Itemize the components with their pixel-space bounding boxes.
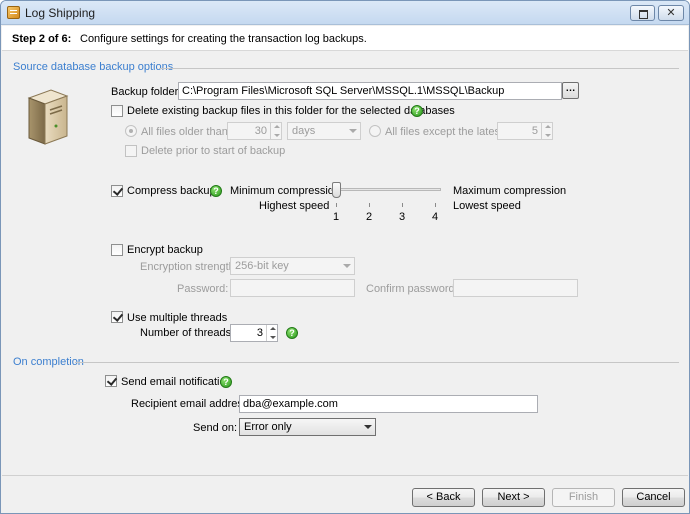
all-files-older-label: All files older than:: [141, 126, 231, 138]
close-icon: ✕: [666, 7, 676, 19]
slider-tick: [402, 203, 403, 207]
tick-label-4: 4: [432, 211, 439, 223]
stepper-arrows-icon[interactable]: [541, 123, 552, 139]
section-divider: [75, 362, 679, 363]
multiple-threads-label: Use multiple threads: [127, 312, 228, 324]
encrypt-backup-label: Encrypt backup: [127, 244, 203, 256]
chevron-down-icon: [359, 419, 375, 435]
wizard-header: Step 2 of 6: Configure settings for crea…: [2, 26, 688, 51]
backup-folder-label: Backup folder:: [111, 86, 182, 98]
browse-folder-button[interactable]: …: [562, 82, 579, 99]
all-files-older-radio[interactable]: [125, 125, 137, 137]
compress-help-icon[interactable]: ?: [210, 185, 222, 197]
completion-section-title: On completion: [13, 356, 84, 368]
compress-backup-label: Compress backup: [127, 185, 216, 197]
password-label: Password:: [177, 283, 229, 295]
threads-help-icon[interactable]: ?: [286, 327, 298, 339]
tick-label-1: 1: [333, 211, 340, 223]
encryption-strength-select[interactable]: 256-bit key: [230, 257, 355, 275]
stepper-arrows-icon[interactable]: [266, 325, 277, 341]
stepper-arrows-icon[interactable]: [270, 123, 281, 139]
chevron-down-icon: [344, 123, 360, 139]
finish-button[interactable]: Finish: [552, 488, 615, 507]
recipient-email-field[interactable]: dba@example.com: [239, 395, 538, 413]
encryption-strength-label: Encryption strength:: [140, 261, 238, 273]
tick-label-2: 2: [366, 211, 373, 223]
app-icon: [7, 6, 20, 19]
compression-slider-thumb[interactable]: [332, 182, 341, 198]
source-section-title: Source database backup options: [13, 61, 174, 73]
restore-button[interactable]: [630, 5, 655, 21]
highest-speed-label: Highest speed: [259, 200, 330, 212]
slider-tick: [369, 203, 370, 207]
compress-backup-checkbox[interactable]: [111, 185, 123, 197]
step-indicator: Step 2 of 6:: [12, 33, 72, 45]
window-title: Log Shipping: [25, 6, 96, 20]
server-icon: [27, 89, 69, 145]
confirm-password-field[interactable]: [453, 279, 578, 297]
title-bar: Log Shipping ✕: [1, 1, 689, 25]
chevron-down-icon: [338, 258, 354, 274]
delete-help-icon[interactable]: ?: [411, 105, 423, 117]
except-latest-stepper[interactable]: 5: [497, 122, 553, 140]
next-button[interactable]: Next >: [482, 488, 545, 507]
confirm-password-label: Confirm password:: [366, 283, 458, 295]
send-on-label: Send on:: [193, 422, 238, 434]
log-shipping-window: Log Shipping ✕ Step 2 of 6: Configure se…: [0, 0, 690, 514]
multiple-threads-checkbox[interactable]: [111, 311, 123, 323]
send-on-value: Error only: [244, 421, 292, 433]
compression-slider-track[interactable]: [331, 188, 441, 191]
older-than-stepper[interactable]: 30: [227, 122, 282, 140]
thread-count-stepper[interactable]: 3: [230, 324, 278, 342]
send-email-checkbox[interactable]: [105, 375, 117, 387]
cancel-button[interactable]: Cancel: [622, 488, 685, 507]
delete-prior-checkbox[interactable]: [125, 145, 137, 157]
slider-tick: [336, 203, 337, 207]
step-description: Configure settings for creating the tran…: [80, 33, 367, 45]
delete-prior-label: Delete prior to start of backup: [141, 145, 286, 157]
close-button[interactable]: ✕: [658, 5, 684, 21]
section-divider: [159, 68, 679, 69]
email-help-icon[interactable]: ?: [220, 376, 232, 388]
all-files-except-label: All files except the latest:: [385, 126, 507, 138]
send-email-label: Send email notification: [121, 376, 232, 388]
delete-existing-checkbox[interactable]: [111, 105, 123, 117]
older-than-value: 30: [254, 125, 267, 137]
slider-tick: [435, 203, 436, 207]
min-compression-label: Minimum compression: [230, 185, 341, 197]
number-of-threads-label: Number of threads:: [140, 327, 235, 339]
encryption-strength-value: 256-bit key: [235, 260, 289, 272]
except-latest-value: 5: [531, 125, 538, 137]
back-button[interactable]: < Back: [412, 488, 475, 507]
older-than-unit-value: days: [292, 125, 316, 137]
encrypt-backup-checkbox[interactable]: [111, 244, 123, 256]
max-compression-label: Maximum compression: [453, 185, 567, 197]
thread-count-value: 3: [256, 327, 263, 339]
recipient-label: Recipient email address:: [131, 398, 252, 410]
older-than-unit-select[interactable]: days: [287, 122, 361, 140]
wizard-footer: < Back Next > Finish Cancel: [2, 475, 688, 513]
backup-folder-input[interactable]: C:\Program Files\Microsoft SQL Server\MS…: [178, 82, 562, 100]
tick-label-3: 3: [399, 211, 406, 223]
delete-existing-label: Delete existing backup files in this fol…: [127, 105, 455, 117]
lowest-speed-label: Lowest speed: [453, 200, 521, 212]
send-on-select[interactable]: Error only: [239, 418, 376, 436]
password-field[interactable]: [230, 279, 355, 297]
all-files-except-radio[interactable]: [369, 125, 381, 137]
